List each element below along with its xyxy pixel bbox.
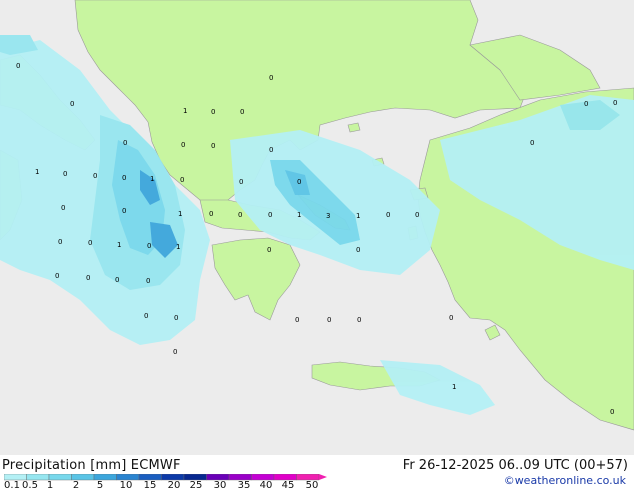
value-label: 0 — [357, 316, 361, 324]
value-label: 0 — [269, 146, 273, 154]
legend-tick-label: 2 — [72, 480, 80, 491]
value-label: 0 — [295, 316, 299, 324]
value-label: 0 — [209, 210, 213, 218]
value-label: 0 — [268, 211, 272, 219]
value-label: 1 — [297, 211, 301, 219]
value-label: 0 — [123, 139, 127, 147]
legend-tick-label: 15 — [143, 480, 157, 491]
value-label: 0 — [211, 108, 215, 116]
value-label: 0 — [173, 348, 177, 356]
value-label: 0 — [146, 277, 150, 285]
legend-tick-label: 50 — [305, 480, 319, 491]
value-label: 0 — [584, 100, 588, 108]
valid-time: Fr 26-12-2025 06..09 UTC (00+57) — [402, 458, 628, 473]
legend-tick-label: 0.1 — [4, 480, 20, 491]
value-label: 0 — [613, 99, 617, 107]
value-label: 0 — [63, 170, 67, 178]
value-label: 0 — [449, 314, 453, 322]
legend-tick-label: 40 — [259, 480, 273, 491]
value-label: 0 — [610, 408, 614, 416]
legend-tick-label: 25 — [189, 480, 203, 491]
value-label: 0 — [122, 174, 126, 182]
value-label: 0 — [174, 314, 178, 322]
value-label: 0 — [147, 242, 151, 250]
value-label: 1 — [150, 175, 154, 183]
value-label: 0 — [269, 74, 273, 82]
legend-tick-label: 1 — [46, 480, 54, 491]
legend-tick-label: 0.5 — [22, 480, 38, 491]
value-label: 0 — [267, 246, 271, 254]
value-label: 1 — [356, 212, 360, 220]
value-label: 1 — [117, 241, 121, 249]
value-label: 0 — [115, 276, 119, 284]
precipitation-map: 0 0 1 0 0 0 0 0 0 0 1 0 0 0 1 0 0 0 0 1 … — [0, 0, 634, 455]
value-label: 1 — [452, 383, 456, 391]
value-label: 0 — [240, 108, 244, 116]
value-label: 3 — [326, 212, 330, 220]
legend-tick-label: 45 — [281, 480, 295, 491]
legend-tick-label: 20 — [167, 480, 181, 491]
legend-tick-label: 35 — [237, 480, 251, 491]
value-label: 0 — [356, 246, 360, 254]
value-label: 1 — [178, 210, 182, 218]
credit-link[interactable]: ©weatheronline.co.uk — [504, 474, 626, 487]
value-label: 0 — [211, 142, 215, 150]
value-label: 0 — [58, 238, 62, 246]
value-label: 0 — [297, 178, 301, 186]
legend-tick-label: 5 — [96, 480, 104, 491]
value-label: 1 — [183, 107, 187, 115]
value-label: 0 — [93, 172, 97, 180]
value-label: 0 — [530, 139, 534, 147]
value-label: 0 — [239, 178, 243, 186]
value-label: 0 — [415, 211, 419, 219]
value-label: 0 — [144, 312, 148, 320]
legend-arrow — [319, 474, 327, 480]
value-label: 0 — [61, 204, 65, 212]
legend-tick-label: 30 — [213, 480, 227, 491]
land-thasos — [347, 122, 361, 133]
value-label: 0 — [327, 316, 331, 324]
value-label: 0 — [181, 141, 185, 149]
value-label: 0 — [386, 211, 390, 219]
value-label: 0 — [70, 100, 74, 108]
value-label: 0 — [86, 274, 90, 282]
legend-tick-label: 10 — [119, 480, 133, 491]
value-label: 0 — [55, 272, 59, 280]
map-title: Precipitation [mm] ECMWF — [2, 458, 181, 473]
value-label: 0 — [180, 176, 184, 184]
value-label: 1 — [176, 243, 180, 251]
value-label: 0 — [16, 62, 20, 70]
value-label: 1 — [35, 168, 39, 176]
value-label: 0 — [238, 211, 242, 219]
value-label: 0 — [88, 239, 92, 247]
value-label: 0 — [122, 207, 126, 215]
